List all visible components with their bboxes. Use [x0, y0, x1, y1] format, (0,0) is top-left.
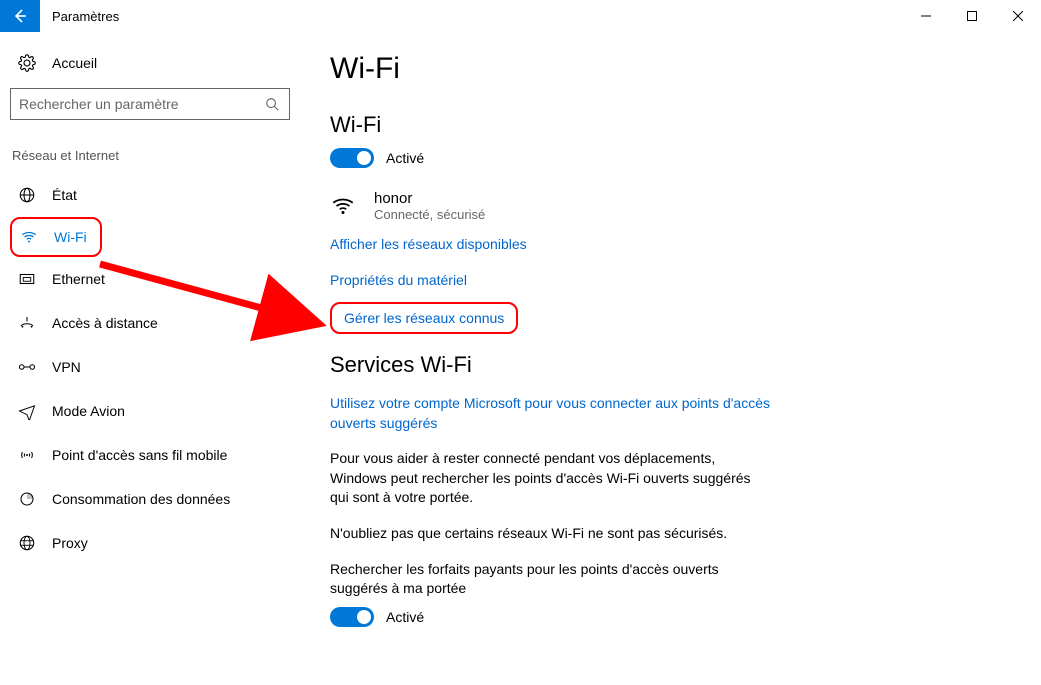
search-input[interactable]: Rechercher un paramètre: [10, 88, 290, 120]
ethernet-icon: [18, 270, 36, 288]
minimize-icon: [921, 11, 931, 21]
minimize-button[interactable]: [903, 0, 949, 32]
data-usage-icon: [18, 490, 36, 508]
sidebar-item-wifi[interactable]: Wi-Fi: [10, 217, 102, 257]
search-icon: [265, 97, 281, 111]
wifi-toggle[interactable]: [330, 148, 374, 168]
paid-plans-toggle[interactable]: [330, 607, 374, 627]
window-controls: [903, 0, 1041, 32]
sidebar-item-label: Wi-Fi: [54, 229, 87, 245]
link-ms-account[interactable]: Utilisez votre compte Microsoft pour vou…: [330, 394, 770, 433]
sidebar-item-data-usage[interactable]: Consommation des données: [10, 477, 290, 521]
sidebar-item-label: Point d'accès sans fil mobile: [52, 447, 227, 463]
sidebar-item-airplane[interactable]: Mode Avion: [10, 389, 290, 433]
sidebar-item-label: Consommation des données: [52, 491, 230, 507]
page-title: Wi-Fi: [330, 52, 981, 86]
close-icon: [1013, 11, 1023, 21]
network-name: honor: [374, 190, 485, 207]
close-button[interactable]: [995, 0, 1041, 32]
vpn-icon: [18, 360, 36, 374]
sidebar-item-proxy[interactable]: Proxy: [10, 521, 290, 565]
dialup-icon: [18, 314, 36, 332]
sidebar-item-label: Ethernet: [52, 271, 105, 287]
maximize-icon: [967, 11, 977, 21]
airplane-icon: [18, 402, 36, 420]
services-para-1: Pour vous aider à rester connecté pendan…: [330, 449, 770, 508]
sidebar-item-etat[interactable]: État: [10, 173, 290, 217]
network-status: Connecté, sécurisé: [374, 207, 485, 222]
arrow-left-icon: [12, 8, 28, 24]
hotspot-icon: [18, 446, 36, 464]
sidebar-item-hotspot[interactable]: Point d'accès sans fil mobile: [10, 433, 290, 477]
back-button[interactable]: [0, 0, 40, 32]
sidebar-item-label: État: [52, 187, 77, 203]
gear-icon: [18, 54, 36, 72]
services-heading: Services Wi-Fi: [330, 352, 981, 378]
wifi-heading: Wi-Fi: [330, 112, 981, 138]
sidebar-item-label: VPN: [52, 359, 81, 375]
link-manage-known[interactable]: Gérer les réseaux connus: [344, 310, 504, 326]
window-title: Paramètres: [40, 0, 903, 32]
main-content: Wi-Fi Wi-Fi Activé honor Connecté, sécur…: [300, 32, 1041, 685]
highlight-manage-known: Gérer les réseaux connus: [330, 302, 518, 334]
sidebar-home-label: Accueil: [52, 55, 97, 71]
wifi-signal-icon: [330, 193, 358, 219]
proxy-icon: [18, 534, 36, 552]
sidebar-home[interactable]: Accueil: [10, 48, 290, 78]
wifi-toggle-label: Activé: [386, 150, 424, 166]
sidebar-item-vpn[interactable]: VPN: [10, 345, 290, 389]
current-network[interactable]: honor Connecté, sécurisé: [330, 190, 981, 222]
sidebar-item-ethernet[interactable]: Ethernet: [10, 257, 290, 301]
titlebar: Paramètres: [0, 0, 1041, 32]
sidebar-item-label: Proxy: [52, 535, 88, 551]
sidebar: Accueil Rechercher un paramètre Réseau e…: [0, 32, 300, 685]
sidebar-item-dialup[interactable]: Accès à distance: [10, 301, 290, 345]
services-para-2: N'oubliez pas que certains réseaux Wi-Fi…: [330, 524, 770, 544]
sidebar-item-label: Mode Avion: [52, 403, 125, 419]
sidebar-item-label: Accès à distance: [52, 315, 158, 331]
search-placeholder: Rechercher un paramètre: [19, 96, 265, 112]
globe-icon: [18, 186, 36, 204]
link-show-networks[interactable]: Afficher les réseaux disponibles: [330, 236, 527, 252]
wifi-icon: [20, 228, 38, 246]
link-hardware-props[interactable]: Propriétés du matériel: [330, 272, 467, 288]
maximize-button[interactable]: [949, 0, 995, 32]
paid-plans-toggle-label: Activé: [386, 609, 424, 625]
services-para-3: Rechercher les forfaits payants pour les…: [330, 560, 770, 599]
sidebar-section-label: Réseau et Internet: [10, 148, 290, 173]
